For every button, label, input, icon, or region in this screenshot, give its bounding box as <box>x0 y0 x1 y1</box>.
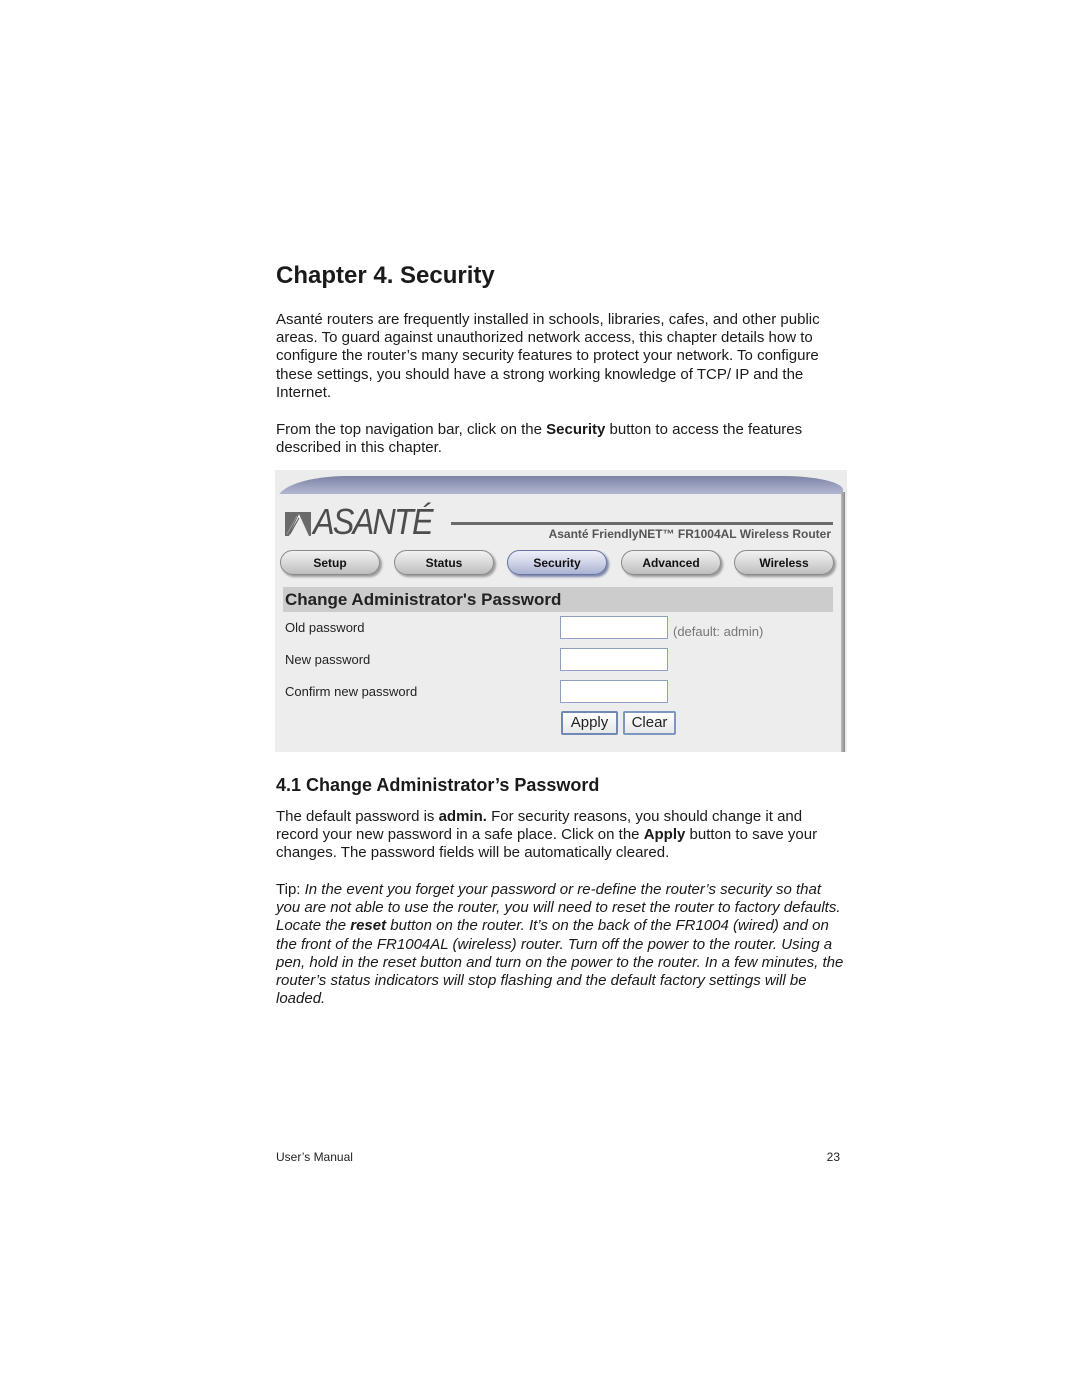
nav-paragraph-text: From the top navigation bar, click on th… <box>276 421 547 438</box>
security-emphasis: Security <box>546 421 606 438</box>
old-password-hint: (default: admin) <box>673 624 764 639</box>
asante-logo-mark-icon <box>285 512 311 536</box>
router-admin-screenshot: ASANTÉ Asanté FriendlyNET™ FR1004AL Wire… <box>275 470 847 752</box>
chapter-title: Chapter 4. Security <box>276 262 495 289</box>
top-navigation-bar: Setup Status Security Advanced Wireless <box>280 550 840 578</box>
nav-paragraph: From the top navigation bar, click on th… <box>276 421 846 457</box>
screenshot-border <box>841 492 845 752</box>
tip-label: Tip <box>276 881 297 898</box>
old-password-input[interactable] <box>560 616 668 639</box>
new-password-label: New password <box>285 652 371 667</box>
section-paragraph: The default password is admin. For secur… <box>276 808 846 863</box>
product-name: Asanté FriendlyNET™ FR1004AL Wireless Ro… <box>548 527 831 541</box>
nav-status-button[interactable]: Status <box>394 550 494 575</box>
clear-button[interactable]: Clear <box>623 711 676 735</box>
apply-button[interactable]: Apply <box>561 711 618 735</box>
panel-title: Change Administrator's Password <box>283 587 833 612</box>
old-password-label: Old password <box>285 620 365 635</box>
tip-colon: : <box>296 881 305 898</box>
new-password-input[interactable] <box>560 648 668 671</box>
nav-wireless-button[interactable]: Wireless <box>734 550 834 575</box>
nav-setup-button[interactable]: Setup <box>280 550 380 575</box>
logo-divider-line <box>451 522 833 525</box>
footer-manual-title: User’s Manual <box>276 1150 353 1164</box>
confirm-password-label: Confirm new password <box>285 684 418 699</box>
intro-paragraph: Asanté routers are frequently installed … <box>276 311 820 401</box>
reset-emphasis: reset <box>350 917 387 935</box>
nav-security-button[interactable]: Security <box>507 550 607 575</box>
tip-paragraph: Tip: In the event you forget your passwo… <box>276 881 846 1008</box>
nav-advanced-button[interactable]: Advanced <box>621 550 721 575</box>
logo-text: ASANTÉ <box>313 501 434 542</box>
section-text: The default password is <box>276 808 439 825</box>
admin-emphasis: admin. <box>438 808 487 825</box>
asante-logo: ASANTÉ <box>285 504 445 540</box>
section-title: 4.1 Change Administrator’s Password <box>276 775 600 795</box>
page-number: 23 <box>826 1150 840 1164</box>
confirm-password-input[interactable] <box>560 680 668 703</box>
apply-emphasis: Apply <box>643 826 686 844</box>
